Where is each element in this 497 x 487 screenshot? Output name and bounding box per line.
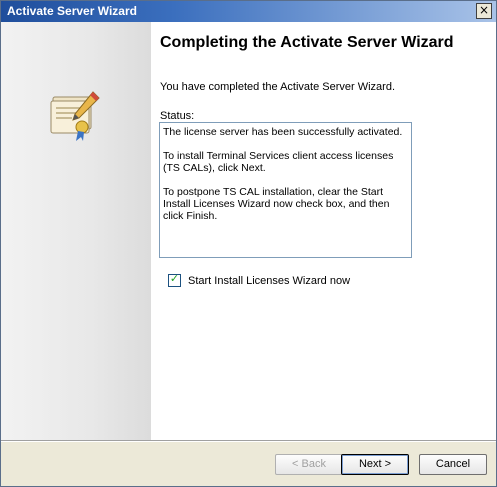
button-bar: < Back Next > Cancel <box>1 442 496 486</box>
back-button[interactable]: < Back <box>275 454 343 475</box>
close-icon: × <box>478 3 490 17</box>
status-line-postpone: To postpone TS CAL installation, clear t… <box>163 186 390 222</box>
wizard-window: Activate Server Wizard × Completing the … <box>0 0 497 487</box>
status-label: Status: <box>160 110 195 122</box>
intro-text: You have completed the Activate Server W… <box>160 81 395 93</box>
status-textbox[interactable]: The license server has been successfully… <box>159 122 412 258</box>
close-button[interactable]: × <box>476 3 492 19</box>
certificate-pen-icon <box>50 91 100 141</box>
wizard-content: Completing the Activate Server Wizard Yo… <box>151 22 496 440</box>
status-line-install: To install Terminal Services client acce… <box>163 150 394 174</box>
next-button[interactable]: Next > <box>341 454 409 475</box>
status-line-activated: The license server has been successfully… <box>163 126 403 138</box>
window-title: Activate Server Wizard <box>7 4 137 18</box>
cancel-button[interactable]: Cancel <box>419 454 487 475</box>
wizard-side-panel <box>1 22 151 440</box>
title-bar[interactable]: Activate Server Wizard × <box>1 1 496 22</box>
checkbox-label[interactable]: Start Install Licenses Wizard now <box>188 275 350 287</box>
start-install-licenses-option[interactable]: ✓ Start Install Licenses Wizard now <box>168 272 350 287</box>
checkmark-icon: ✓ <box>169 272 180 285</box>
start-install-licenses-checkbox[interactable]: ✓ <box>168 272 181 287</box>
page-heading: Completing the Activate Server Wizard <box>160 34 454 51</box>
